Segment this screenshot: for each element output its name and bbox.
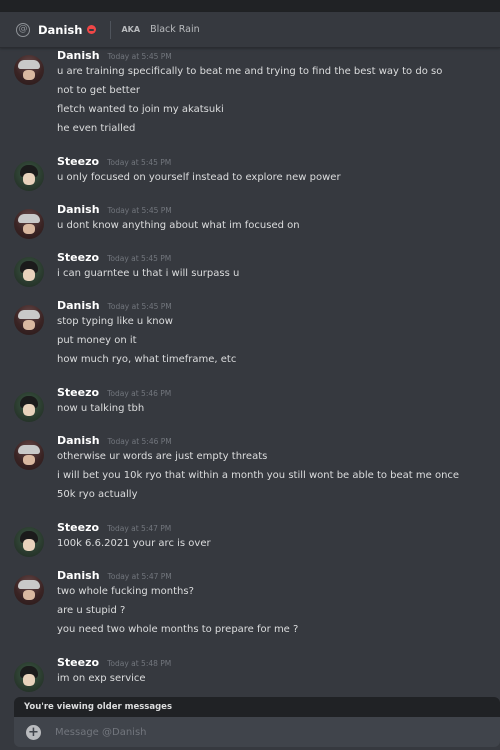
timestamp: Today at 5:45 PM	[107, 52, 172, 61]
author-name[interactable]: Danish	[57, 434, 100, 447]
message-meta: Danish Today at 5:47 PM	[57, 569, 172, 582]
message-meta: Danish Today at 5:46 PM	[57, 434, 172, 447]
author-name[interactable]: Danish	[57, 203, 100, 216]
avatar-steezo[interactable]	[14, 392, 44, 422]
author-name[interactable]: Steezo	[57, 155, 99, 168]
message-meta: Danish Today at 5:45 PM	[57, 49, 172, 62]
timestamp: Today at 5:45 PM	[107, 158, 172, 167]
author-name[interactable]: Steezo	[57, 521, 99, 534]
author-name[interactable]: Steezo	[57, 251, 99, 264]
timestamp: Today at 5:45 PM	[107, 254, 172, 263]
avatar-steezo[interactable]	[14, 257, 44, 287]
message-line: i will bet you 10k ryo that within a mon…	[57, 470, 460, 481]
message-line: he even trialled	[57, 123, 136, 134]
timestamp: Today at 5:47 PM	[107, 524, 172, 533]
older-messages-notice[interactable]: You're viewing older messages	[14, 697, 500, 717]
message-line: otherwise ur words are just empty threat…	[57, 451, 268, 462]
timestamp: Today at 5:45 PM	[107, 302, 172, 311]
message-line: 100k 6.6.2021 your arc is over	[57, 538, 211, 549]
message-line: are u stupid ?	[57, 605, 126, 616]
message-meta: Steezo Today at 5:47 PM	[57, 521, 171, 534]
avatar-danish[interactable]	[14, 55, 44, 85]
author-name[interactable]: Steezo	[57, 656, 99, 669]
avatar-steezo[interactable]	[14, 161, 44, 191]
message-meta: Steezo Today at 5:45 PM	[57, 155, 171, 168]
message-meta: Danish Today at 5:45 PM	[57, 299, 172, 312]
message-line: you need two whole months to prepare for…	[57, 624, 299, 635]
message-line: im on exp service	[57, 673, 146, 684]
avatar-danish[interactable]	[14, 575, 44, 605]
message-meta: Steezo Today at 5:48 PM	[57, 656, 171, 669]
timestamp: Today at 5:46 PM	[107, 389, 172, 398]
timestamp: Today at 5:48 PM	[107, 659, 172, 668]
message-line: stop typing like u know	[57, 316, 173, 327]
message-composer: +	[14, 717, 500, 747]
message-list: Danish Today at 5:45 PM u are training s…	[0, 0, 500, 700]
message-line: 50k ryo actually	[57, 489, 138, 500]
avatar-steezo[interactable]	[14, 527, 44, 557]
avatar-steezo[interactable]	[14, 662, 44, 692]
message-line: not to get better	[57, 85, 140, 96]
timestamp: Today at 5:46 PM	[107, 437, 172, 446]
message-line: now u talking tbh	[57, 403, 145, 414]
message-line: u are training specifically to beat me a…	[57, 66, 443, 77]
author-name[interactable]: Danish	[57, 49, 100, 62]
author-name[interactable]: Danish	[57, 569, 100, 582]
message-input[interactable]	[55, 726, 435, 738]
author-name[interactable]: Danish	[57, 299, 100, 312]
message-line: how much ryo, what timeframe, etc	[57, 354, 237, 365]
avatar-danish[interactable]	[14, 440, 44, 470]
message-line: fletch wanted to join my akatsuki	[57, 104, 224, 115]
message-line: u only focused on yourself instead to ex…	[57, 172, 341, 183]
timestamp: Today at 5:45 PM	[107, 206, 172, 215]
message-meta: Steezo Today at 5:45 PM	[57, 251, 171, 264]
message-line: put money on it	[57, 335, 137, 346]
author-name[interactable]: Steezo	[57, 386, 99, 399]
avatar-danish[interactable]	[14, 305, 44, 335]
timestamp: Today at 5:47 PM	[107, 572, 172, 581]
message-meta: Steezo Today at 5:46 PM	[57, 386, 171, 399]
message-line: two whole fucking months?	[57, 586, 194, 597]
add-attachment-icon[interactable]: +	[26, 724, 41, 740]
avatar-danish[interactable]	[14, 209, 44, 239]
message-line: i can guarntee u that i will surpass u	[57, 268, 240, 279]
message-line: u dont know anything about what im focus…	[57, 220, 300, 231]
message-meta: Danish Today at 5:45 PM	[57, 203, 172, 216]
